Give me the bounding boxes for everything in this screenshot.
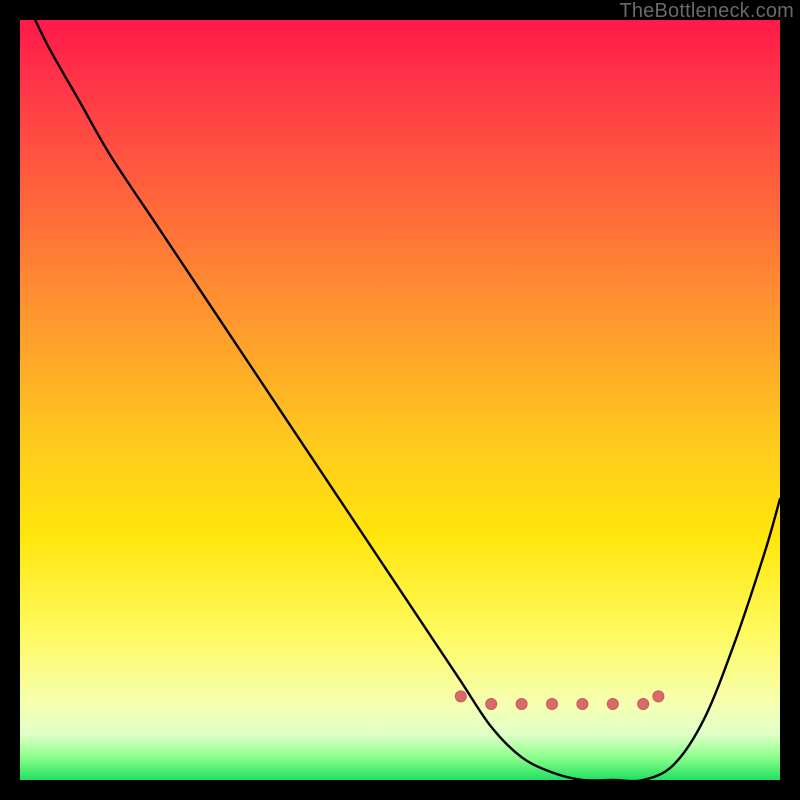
valley-marker (577, 699, 588, 710)
valley-markers (455, 691, 664, 710)
plot-frame (20, 20, 780, 780)
watermark-text: TheBottleneck.com (619, 0, 794, 23)
valley-marker (653, 691, 664, 702)
valley-marker (638, 699, 649, 710)
valley-marker (607, 699, 618, 710)
bottleneck-chart (20, 20, 780, 780)
valley-marker (486, 699, 497, 710)
valley-marker (455, 691, 466, 702)
valley-marker (516, 699, 527, 710)
valley-marker (547, 699, 558, 710)
bottleneck-curve (35, 20, 780, 781)
